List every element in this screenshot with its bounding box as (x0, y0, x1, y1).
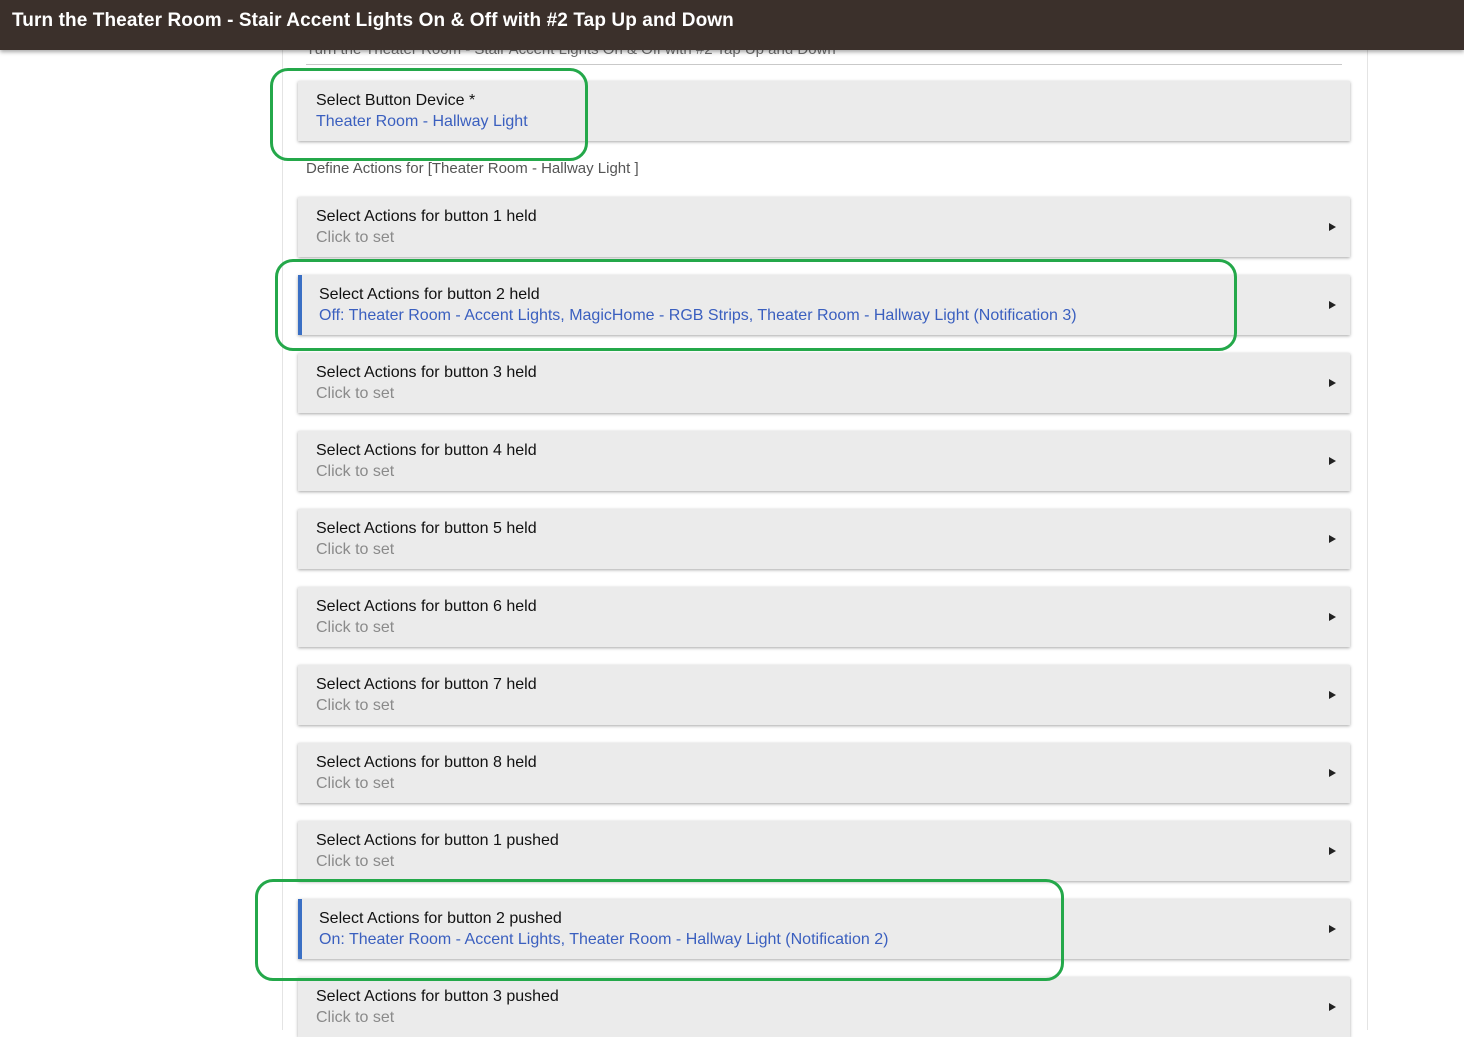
expand-arrow-icon (1329, 769, 1336, 777)
action-label: Select Actions for button 2 pushed (319, 910, 562, 927)
action-value: Click to set (316, 541, 395, 558)
action-label: Select Actions for button 1 held (316, 208, 537, 225)
action-select-button-3-pushed[interactable]: Select Actions for button 3 pushed Click… (298, 977, 1350, 1037)
expand-arrow-icon (1329, 613, 1336, 621)
action-value: Click to set (316, 229, 395, 246)
action-value: Click to set (316, 619, 395, 636)
action-label: Select Actions for button 6 held (316, 598, 537, 615)
expand-arrow-icon (1329, 691, 1336, 699)
expand-arrow-icon (1329, 847, 1336, 855)
action-label: Select Actions for button 1 pushed (316, 832, 559, 849)
action-value: Click to set (316, 853, 395, 870)
page-title: Turn the Theater Room - Stair Accent Lig… (12, 10, 734, 31)
action-label: Select Actions for button 7 held (316, 676, 537, 693)
action-label: Select Actions for button 3 held (316, 364, 537, 381)
action-label: Select Actions for button 4 held (316, 442, 537, 459)
action-value: Click to set (316, 463, 395, 480)
button-device-select[interactable]: Select Button Device * Theater Room - Ha… (298, 81, 1350, 141)
action-value: Click to set (316, 697, 395, 714)
action-value: Click to set (316, 1009, 395, 1026)
action-label: Select Actions for button 3 pushed (316, 988, 559, 1005)
expand-arrow-icon (1329, 379, 1336, 387)
action-select-button-3-held[interactable]: Select Actions for button 3 held Click t… (298, 353, 1350, 413)
action-value: On: Theater Room - Accent Lights, Theate… (319, 931, 889, 948)
action-select-button-5-held[interactable]: Select Actions for button 5 held Click t… (298, 509, 1350, 569)
action-label: Select Actions for button 2 held (319, 286, 540, 303)
action-value: Click to set (316, 385, 395, 402)
action-select-button-1-pushed[interactable]: Select Actions for button 1 pushed Click… (298, 821, 1350, 881)
action-select-button-1-held[interactable]: Select Actions for button 1 held Click t… (298, 197, 1350, 257)
actions-heading: Define Actions for [Theater Room - Hallw… (306, 160, 639, 177)
action-select-button-6-held[interactable]: Select Actions for button 6 held Click t… (298, 587, 1350, 647)
action-select-button-2-held[interactable]: Select Actions for button 2 held Off: Th… (298, 275, 1350, 335)
button-device-label: Select Button Device * (316, 92, 476, 109)
expand-arrow-icon (1329, 301, 1336, 309)
action-label: Select Actions for button 5 held (316, 520, 537, 537)
action-value: Off: Theater Room - Accent Lights, Magic… (319, 307, 1077, 324)
action-select-button-2-pushed[interactable]: Select Actions for button 2 pushed On: T… (298, 899, 1350, 959)
expand-arrow-icon (1329, 925, 1336, 933)
action-select-button-7-held[interactable]: Select Actions for button 7 held Click t… (298, 665, 1350, 725)
expand-arrow-icon (1329, 223, 1336, 231)
expand-arrow-icon (1329, 457, 1336, 465)
app-header: Turn the Theater Room - Stair Accent Lig… (0, 0, 1464, 50)
action-select-button-4-held[interactable]: Select Actions for button 4 held Click t… (298, 431, 1350, 491)
expand-arrow-icon (1329, 535, 1336, 543)
action-select-button-8-held[interactable]: Select Actions for button 8 held Click t… (298, 743, 1350, 803)
button-device-value: Theater Room - Hallway Light (316, 113, 528, 130)
action-label: Select Actions for button 8 held (316, 754, 537, 771)
expand-arrow-icon (1329, 1003, 1336, 1011)
action-value: Click to set (316, 775, 395, 792)
